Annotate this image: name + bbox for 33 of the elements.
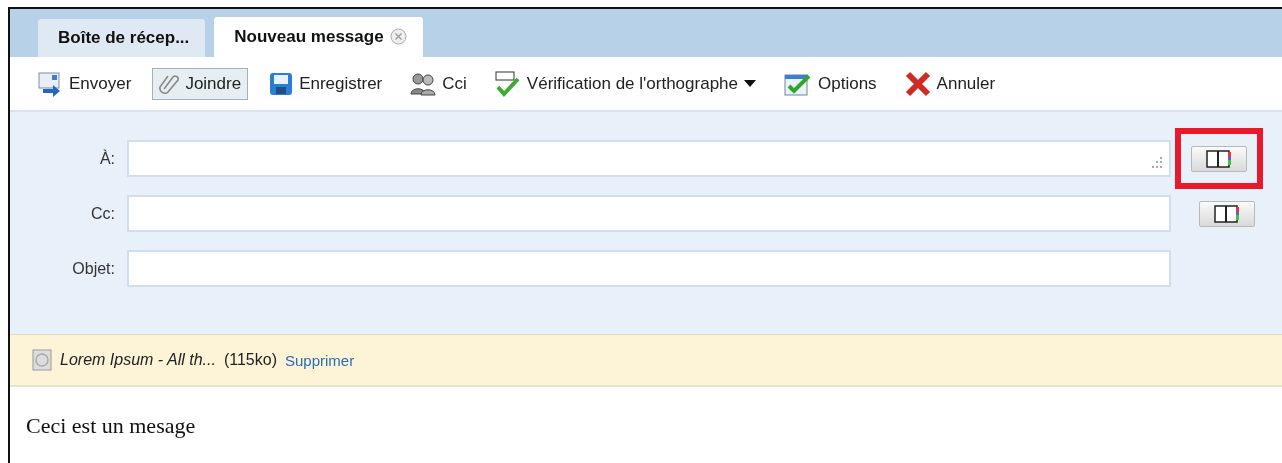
message-body[interactable]: Ceci est un mesage xyxy=(10,387,1282,463)
tab-label: Nouveau message xyxy=(234,27,384,47)
tab-label: Boîte de récep... xyxy=(58,28,190,48)
tab[interactable]: Boîte de récep... xyxy=(38,19,206,57)
toolbar-button[interactable]: Options xyxy=(777,66,884,101)
input-field[interactable] xyxy=(127,195,1171,233)
people-icon xyxy=(410,71,437,96)
input-field[interactable] xyxy=(127,250,1171,288)
address-book-button[interactable] xyxy=(1199,200,1255,227)
address-book-button[interactable] xyxy=(1191,145,1247,172)
remove-link[interactable]: Supprimer xyxy=(284,351,355,369)
book-icon xyxy=(1214,204,1240,223)
book-icon xyxy=(1206,149,1232,168)
toolbar-button[interactable]: Envoyer xyxy=(30,65,139,102)
toolbar-button[interactable]: Annuler xyxy=(897,65,1003,102)
file-icon xyxy=(32,349,52,372)
field-label: Cc: xyxy=(90,204,115,223)
toolbar-button[interactable]: Enregistrer xyxy=(262,66,390,101)
field-label: Objet: xyxy=(71,259,115,278)
close-icon xyxy=(904,70,931,97)
attachment-size: (115ko) xyxy=(223,351,277,370)
paperclip-icon xyxy=(159,72,180,95)
input-field[interactable] xyxy=(127,140,1171,178)
close-icon[interactable] xyxy=(389,28,407,46)
toolbar-button[interactable]: Cci xyxy=(403,66,474,101)
send-icon xyxy=(37,70,63,97)
toolbar-button[interactable]: Vérification de l'orthographe xyxy=(487,65,763,102)
tab[interactable]: Nouveau message xyxy=(214,17,423,57)
toolbar-button[interactable]: Joindre xyxy=(152,67,249,100)
checkbox-icon xyxy=(784,71,812,96)
spellcheck-icon xyxy=(494,70,521,97)
attachment-name: Lorem Ipsum - All th... xyxy=(60,351,216,370)
field-label: À: xyxy=(98,149,115,168)
